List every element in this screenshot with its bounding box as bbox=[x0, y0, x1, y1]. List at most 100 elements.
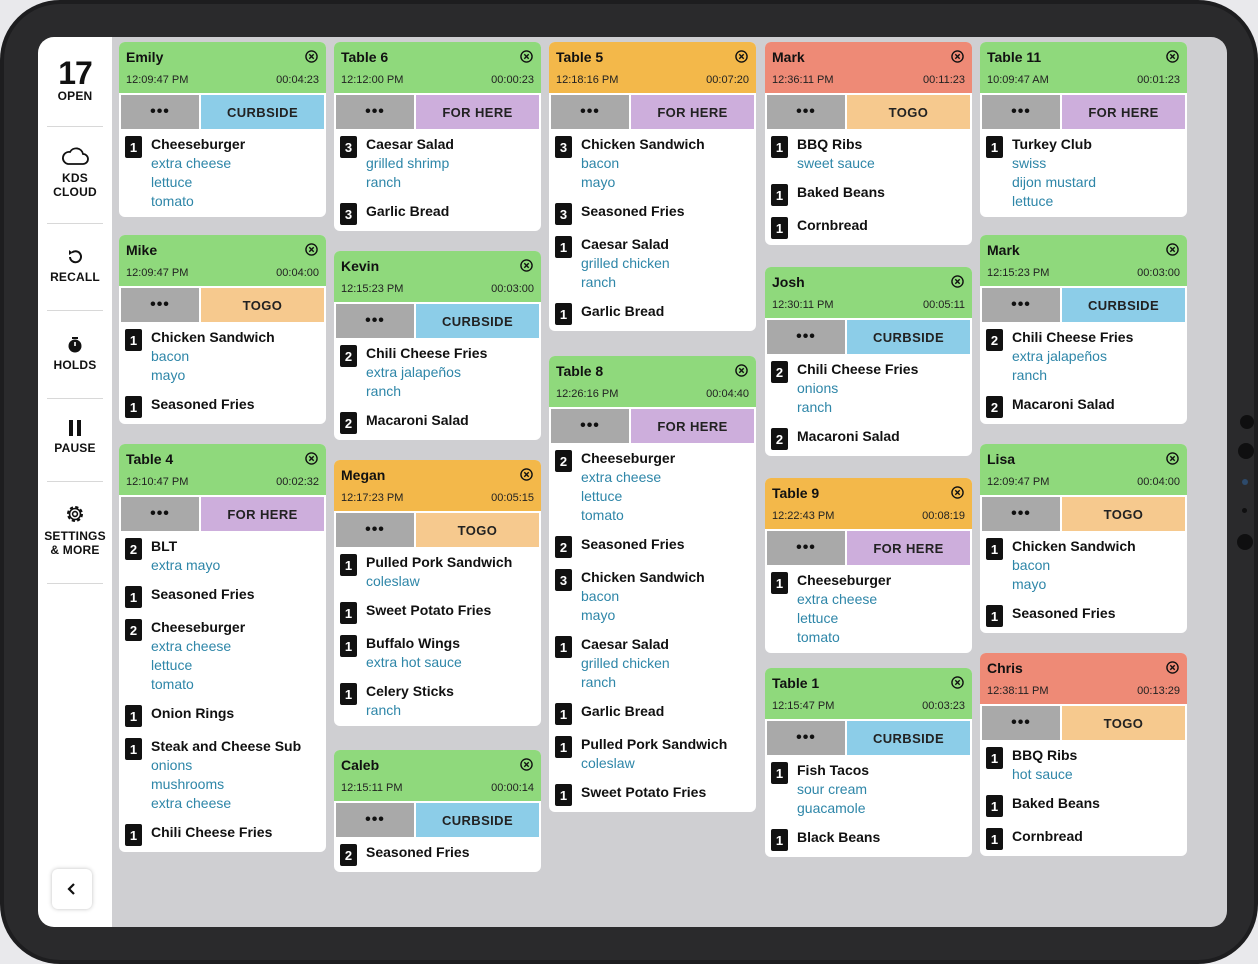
ticket-item[interactable]: 1 Garlic Bread bbox=[555, 302, 750, 325]
ticket-item[interactable]: 3 Chicken Sandwich bacon mayo bbox=[555, 135, 750, 192]
order-type-button[interactable]: CURBSIDE bbox=[847, 320, 970, 354]
more-options-button[interactable]: ••• bbox=[767, 721, 845, 755]
order-type-button[interactable]: TOGO bbox=[1062, 706, 1185, 740]
close-circle-icon[interactable] bbox=[1166, 50, 1179, 63]
order-type-button[interactable]: TOGO bbox=[416, 513, 539, 547]
ticket-header[interactable]: Emily 12:09:47 PM 00:04:23 bbox=[119, 42, 326, 93]
more-options-button[interactable]: ••• bbox=[767, 531, 845, 565]
ticket-item[interactable]: 1 BBQ Ribs hot sauce bbox=[986, 746, 1181, 784]
ticket-item[interactable]: 2 Cheeseburger extra cheese lettuce tomato bbox=[555, 449, 750, 525]
ticket-item[interactable]: 3 Chicken Sandwich bacon mayo bbox=[555, 568, 750, 625]
close-circle-icon[interactable] bbox=[1166, 452, 1179, 465]
close-circle-icon[interactable] bbox=[305, 50, 318, 63]
ticket-card[interactable]: Table 5 12:18:16 PM 00:07:20 ••• FOR HERE 3 Ch… bbox=[549, 42, 756, 331]
ticket-card[interactable]: Table 11 10:09:47 AM 00:01:23 ••• FOR HERE 1 T… bbox=[980, 42, 1187, 217]
order-type-button[interactable]: CURBSIDE bbox=[416, 304, 539, 338]
close-circle-icon[interactable] bbox=[951, 275, 964, 288]
ticket-card[interactable]: Caleb 12:15:11 PM 00:00:14 ••• CURBSIDE 2 Seas… bbox=[334, 750, 541, 872]
close-circle-icon[interactable] bbox=[735, 364, 748, 377]
more-options-button[interactable]: ••• bbox=[336, 304, 414, 338]
close-circle-icon[interactable] bbox=[951, 486, 964, 499]
ticket-item[interactable]: 1 Seasoned Fries bbox=[125, 585, 320, 608]
ticket-item[interactable]: 1 Seasoned Fries bbox=[986, 604, 1181, 627]
ticket-item[interactable]: 1 Cheeseburger extra cheese lettuce tomato bbox=[125, 135, 320, 211]
ticket-header[interactable]: Chris 12:38:11 PM 00:13:29 bbox=[980, 653, 1187, 704]
close-circle-icon[interactable] bbox=[520, 758, 533, 771]
ticket-item[interactable]: 1 Pulled Pork Sandwich coleslaw bbox=[555, 735, 750, 773]
ticket-item[interactable]: 1 Onion Rings bbox=[125, 704, 320, 727]
ticket-header[interactable]: Kevin 12:15:23 PM 00:03:00 bbox=[334, 251, 541, 302]
close-circle-icon[interactable] bbox=[520, 259, 533, 272]
ticket-card[interactable]: Mark 12:15:23 PM 00:03:00 ••• CURBSIDE 2 Chili… bbox=[980, 235, 1187, 424]
close-circle-icon[interactable] bbox=[1166, 243, 1179, 256]
order-type-button[interactable]: FOR HERE bbox=[847, 531, 970, 565]
ticket-item[interactable]: 1 Baked Beans bbox=[771, 183, 966, 206]
more-options-button[interactable]: ••• bbox=[982, 288, 1060, 322]
ticket-header[interactable]: Mark 12:36:11 PM 00:11:23 bbox=[765, 42, 972, 93]
close-circle-icon[interactable] bbox=[951, 676, 964, 689]
ticket-item[interactable]: 1 Cornbread bbox=[771, 216, 966, 239]
order-type-button[interactable]: FOR HERE bbox=[1062, 95, 1185, 129]
close-circle-icon[interactable] bbox=[520, 50, 533, 63]
ticket-item[interactable]: 1 Sweet Potato Fries bbox=[555, 783, 750, 806]
more-options-button[interactable]: ••• bbox=[982, 95, 1060, 129]
more-options-button[interactable]: ••• bbox=[551, 409, 629, 443]
close-circle-icon[interactable] bbox=[305, 243, 318, 256]
ticket-item[interactable]: 3 Seasoned Fries bbox=[555, 202, 750, 225]
ticket-item[interactable]: 2 Chili Cheese Fries onions ranch bbox=[771, 360, 966, 417]
more-options-button[interactable]: ••• bbox=[767, 95, 845, 129]
ticket-card[interactable]: Megan 12:17:23 PM 00:05:15 ••• TOGO 1 Pulled P… bbox=[334, 460, 541, 726]
ticket-item[interactable]: 2 Seasoned Fries bbox=[340, 843, 535, 866]
ticket-item[interactable]: 1 BBQ Ribs sweet sauce bbox=[771, 135, 966, 173]
ticket-header[interactable]: Table 9 12:22:43 PM 00:08:19 bbox=[765, 478, 972, 529]
close-circle-icon[interactable] bbox=[1166, 661, 1179, 674]
close-circle-icon[interactable] bbox=[735, 50, 748, 63]
ticket-header[interactable]: Caleb 12:15:11 PM 00:00:14 bbox=[334, 750, 541, 801]
ticket-card[interactable]: Table 1 12:15:47 PM 00:03:23 ••• CURBSIDE 1 Fi… bbox=[765, 668, 972, 857]
order-type-button[interactable]: TOGO bbox=[201, 288, 324, 322]
ticket-card[interactable]: Chris 12:38:11 PM 00:13:29 ••• TOGO 1 BBQ Ribs… bbox=[980, 653, 1187, 856]
close-circle-icon[interactable] bbox=[305, 452, 318, 465]
ticket-item[interactable]: 1 Chili Cheese Fries bbox=[125, 823, 320, 846]
ticket-item[interactable]: 1 Turkey Club swiss dijon mustard lettuce bbox=[986, 135, 1181, 211]
order-type-button[interactable]: TOGO bbox=[1062, 497, 1185, 531]
ticket-item[interactable]: 1 Cornbread bbox=[986, 827, 1181, 850]
ticket-card[interactable]: Mark 12:36:11 PM 00:11:23 ••• TOGO 1 BBQ Ribs s… bbox=[765, 42, 972, 245]
ticket-header[interactable]: Table 1 12:15:47 PM 00:03:23 bbox=[765, 668, 972, 719]
more-options-button[interactable]: ••• bbox=[767, 320, 845, 354]
ticket-item[interactable]: 1 Buffalo Wings extra hot sauce bbox=[340, 634, 535, 672]
ticket-header[interactable]: Mark 12:15:23 PM 00:03:00 bbox=[980, 235, 1187, 286]
ticket-card[interactable]: Mike 12:09:47 PM 00:04:00 ••• TOGO 1 Chicken S… bbox=[119, 235, 326, 424]
recall-button[interactable]: RECALL bbox=[38, 248, 112, 284]
more-options-button[interactable]: ••• bbox=[551, 95, 629, 129]
more-options-button[interactable]: ••• bbox=[121, 497, 199, 531]
ticket-header[interactable]: Table 8 12:26:16 PM 00:04:40 bbox=[549, 356, 756, 407]
ticket-item[interactable]: 2 Seasoned Fries bbox=[555, 535, 750, 558]
ticket-card[interactable]: Table 4 12:10:47 PM 00:02:32 ••• FOR HERE 2 BL… bbox=[119, 444, 326, 852]
ticket-card[interactable]: Emily 12:09:47 PM 00:04:23 ••• CURBSIDE 1 Chee… bbox=[119, 42, 326, 217]
more-options-button[interactable]: ••• bbox=[336, 513, 414, 547]
ticket-header[interactable]: Josh 12:30:11 PM 00:05:11 bbox=[765, 267, 972, 318]
ticket-item[interactable]: 1 Chicken Sandwich bacon mayo bbox=[986, 537, 1181, 594]
holds-button[interactable]: HOLDS bbox=[38, 336, 112, 372]
more-options-button[interactable]: ••• bbox=[982, 497, 1060, 531]
more-options-button[interactable]: ••• bbox=[121, 95, 199, 129]
ticket-header[interactable]: Lisa 12:09:47 PM 00:04:00 bbox=[980, 444, 1187, 495]
order-type-button[interactable]: FOR HERE bbox=[416, 95, 539, 129]
ticket-item[interactable]: 1 Steak and Cheese Sub onions mushrooms extr… bbox=[125, 737, 320, 813]
ticket-header[interactable]: Megan 12:17:23 PM 00:05:15 bbox=[334, 460, 541, 511]
ticket-item[interactable]: 2 Macaroni Salad bbox=[340, 411, 535, 434]
ticket-item[interactable]: 1 Caesar Salad grilled chicken ranch bbox=[555, 235, 750, 292]
ticket-card[interactable]: Lisa 12:09:47 PM 00:04:00 ••• TOGO 1 Chicken S… bbox=[980, 444, 1187, 633]
ticket-item[interactable]: 2 Chili Cheese Fries extra jalapeños ranch bbox=[986, 328, 1181, 385]
ticket-item[interactable]: 2 Cheeseburger extra cheese lettuce tomato bbox=[125, 618, 320, 694]
ticket-item[interactable]: 2 Macaroni Salad bbox=[771, 427, 966, 450]
ticket-header[interactable]: Table 5 12:18:16 PM 00:07:20 bbox=[549, 42, 756, 93]
kds-cloud-button[interactable]: KDS CLOUD bbox=[38, 145, 112, 199]
ticket-header[interactable]: Table 4 12:10:47 PM 00:02:32 bbox=[119, 444, 326, 495]
collapse-button[interactable] bbox=[52, 869, 92, 909]
ticket-card[interactable]: Kevin 12:15:23 PM 00:03:00 ••• CURBSIDE 2 Chil… bbox=[334, 251, 541, 440]
more-options-button[interactable]: ••• bbox=[336, 95, 414, 129]
order-type-button[interactable]: CURBSIDE bbox=[1062, 288, 1185, 322]
close-circle-icon[interactable] bbox=[951, 50, 964, 63]
